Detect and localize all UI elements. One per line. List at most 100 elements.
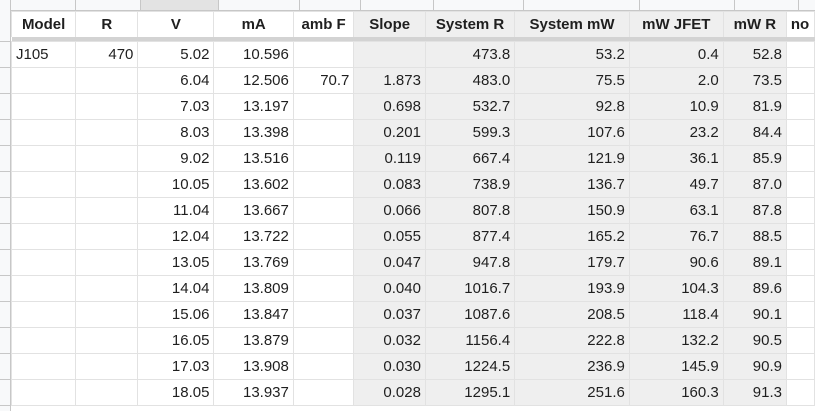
grid-cell[interactable]: 13.516 — [213, 145, 294, 172]
row-header-divider[interactable] — [0, 171, 10, 172]
row-header-divider[interactable] — [0, 379, 10, 380]
grid-cell[interactable]: 10.596 — [213, 41, 294, 68]
grid-cell[interactable] — [292, 119, 355, 146]
grid-cell[interactable]: 90.6 — [628, 249, 724, 276]
column-header-cell[interactable]: amb F — [292, 11, 355, 37]
row-header-divider[interactable] — [0, 119, 10, 120]
grid-cell[interactable]: 88.5 — [722, 223, 788, 250]
grid-cell[interactable]: 90.1 — [722, 301, 788, 328]
grid-cell[interactable]: 12.506 — [213, 67, 294, 94]
grid-cell[interactable]: 63.1 — [628, 197, 724, 224]
grid-cell[interactable] — [292, 379, 355, 406]
column-header-cell[interactable]: Slope — [353, 11, 426, 37]
grid-cell[interactable] — [10, 119, 77, 146]
grid-cell[interactable]: 85.9 — [722, 145, 788, 172]
grid-cell[interactable]: 483.0 — [424, 67, 516, 94]
grid-cell[interactable]: 76.7 — [628, 223, 724, 250]
grid-cell[interactable]: 599.3 — [424, 119, 516, 146]
column-header-divider[interactable] — [75, 0, 76, 10]
grid-cell[interactable]: 0.119 — [353, 145, 426, 172]
grid-cell[interactable]: 0.028 — [353, 379, 426, 406]
grid-cell[interactable]: 8.03 — [137, 119, 215, 146]
grid-cell[interactable] — [10, 353, 77, 380]
grid-cell[interactable]: 947.8 — [424, 249, 516, 276]
grid-cell[interactable]: 18.05 — [137, 379, 215, 406]
grid-cell[interactable]: 532.7 — [424, 93, 516, 120]
column-header-cell[interactable]: R — [75, 11, 139, 37]
row-header-divider[interactable] — [0, 145, 10, 146]
grid-cell[interactable] — [75, 119, 139, 146]
grid-cell[interactable] — [292, 171, 355, 198]
grid-cell[interactable] — [75, 249, 139, 276]
column-header-cell[interactable]: System mW — [514, 11, 630, 37]
column-header-cell[interactable]: mA — [213, 11, 294, 37]
column-header-divider[interactable] — [734, 0, 735, 10]
spreadsheet-grid[interactable]: Model R VmA amb F Slope System R System mW mW J… — [10, 11, 815, 406]
grid-cell[interactable] — [292, 301, 355, 328]
grid-cell[interactable]: 222.8 — [514, 327, 630, 354]
grid-cell[interactable] — [75, 145, 139, 172]
grid-cell[interactable]: 107.6 — [514, 119, 630, 146]
grid-cell[interactable] — [75, 223, 139, 250]
grid-cell[interactable] — [786, 119, 815, 146]
grid-cell[interactable] — [786, 93, 815, 120]
grid-cell[interactable]: 118.4 — [628, 301, 724, 328]
grid-cell[interactable]: 0.4 — [628, 41, 724, 68]
grid-cell[interactable]: 0.055 — [353, 223, 426, 250]
column-header-divider[interactable] — [639, 0, 640, 10]
grid-cell[interactable]: 0.201 — [353, 119, 426, 146]
grid-cell[interactable]: 75.5 — [514, 67, 630, 94]
column-header-cell[interactable]: mW JFET — [628, 11, 724, 37]
grid-cell[interactable]: 70.7 — [292, 67, 355, 94]
grid-cell[interactable]: 0.083 — [353, 171, 426, 198]
column-header-divider[interactable] — [299, 0, 300, 10]
grid-cell[interactable]: 179.7 — [514, 249, 630, 276]
grid-cell[interactable] — [292, 353, 355, 380]
grid-cell[interactable] — [292, 93, 355, 120]
grid-cell[interactable]: 23.2 — [628, 119, 724, 146]
grid-cell[interactable]: 0.037 — [353, 301, 426, 328]
column-header-cell[interactable]: System R — [424, 11, 516, 37]
grid-cell[interactable]: 208.5 — [514, 301, 630, 328]
row-header-divider[interactable] — [0, 327, 10, 328]
grid-cell[interactable]: 145.9 — [628, 353, 724, 380]
grid-cell[interactable] — [786, 41, 815, 68]
grid-cell[interactable]: 470 — [75, 41, 139, 68]
grid-cell[interactable]: 236.9 — [514, 353, 630, 380]
grid-cell[interactable]: 13.197 — [213, 93, 294, 120]
grid-cell[interactable] — [786, 353, 815, 380]
row-header-divider[interactable] — [0, 197, 10, 198]
row-header-divider[interactable] — [0, 249, 10, 250]
grid-cell[interactable] — [75, 353, 139, 380]
grid-cell[interactable]: 193.9 — [514, 275, 630, 302]
grid-cell[interactable]: 87.0 — [722, 171, 788, 198]
grid-cell[interactable]: 0.047 — [353, 249, 426, 276]
column-header-cell[interactable]: Model — [10, 11, 77, 37]
grid-cell[interactable]: 13.769 — [213, 249, 294, 276]
grid-cell[interactable]: 14.04 — [137, 275, 215, 302]
grid-cell[interactable]: 0.032 — [353, 327, 426, 354]
grid-cell[interactable]: 16.05 — [137, 327, 215, 354]
row-header-strip[interactable] — [0, 0, 11, 411]
grid-cell[interactable] — [10, 249, 77, 276]
grid-cell[interactable]: 11.04 — [137, 197, 215, 224]
column-header-divider[interactable] — [140, 0, 141, 10]
grid-cell[interactable]: 473.8 — [424, 41, 516, 68]
selected-column-header[interactable] — [140, 0, 218, 10]
column-header-divider[interactable] — [360, 0, 361, 10]
grid-cell[interactable] — [786, 327, 815, 354]
grid-cell[interactable] — [353, 41, 426, 68]
grid-cell[interactable]: 667.4 — [424, 145, 516, 172]
grid-cell[interactable] — [786, 275, 815, 302]
grid-cell[interactable]: 91.3 — [722, 379, 788, 406]
grid-cell[interactable] — [75, 379, 139, 406]
grid-cell[interactable] — [75, 301, 139, 328]
grid-cell[interactable]: 0.040 — [353, 275, 426, 302]
grid-cell[interactable]: 81.9 — [722, 93, 788, 120]
grid-cell[interactable] — [10, 197, 77, 224]
grid-cell[interactable] — [786, 197, 815, 224]
grid-cell[interactable] — [292, 223, 355, 250]
grid-cell[interactable]: 6.04 — [137, 67, 215, 94]
column-header-divider[interactable] — [218, 0, 219, 10]
grid-cell[interactable]: 13.602 — [213, 171, 294, 198]
